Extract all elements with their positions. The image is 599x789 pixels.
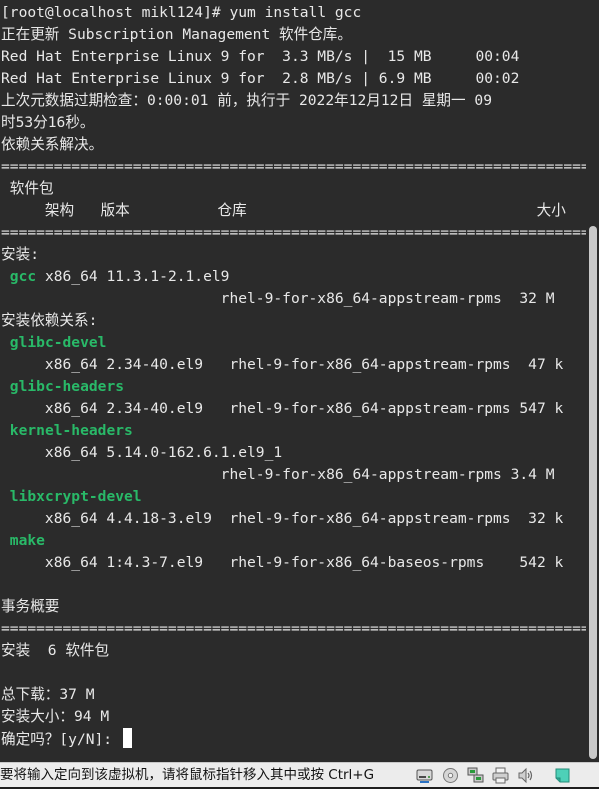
package-name: gcc [9,268,37,285]
summary-label: 事务概要 [1,598,60,615]
confirm-line[interactable]: 确定吗？[y/N]: [1,728,132,750]
separator: ========================================… [1,224,586,241]
hard-disk-icon[interactable] [416,767,433,784]
input-hint: 要将输入定向到该虚拟机，请将鼠标指针移入其中或按 Ctrl+G [0,767,375,783]
dependency-name: kernel-headers [9,422,133,439]
table-header-package: 软件包 [1,180,54,197]
table-header-columns: 架构 版本 仓库 大小 [1,202,566,219]
installing-label: 安装: [1,246,39,263]
metadata-check-line: 时53分16秒。 [1,114,95,131]
dependency-details: x86_64 2.34-40.el9 rhel-9-for-x86_64-app… [1,356,564,373]
separator: ========================================… [1,158,586,175]
terminal-scrollbar[interactable] [586,0,599,762]
repo-progress-line: Red Hat Enterprise Linux 9 for 3.3 MB/s … [1,48,520,65]
command-line: [root@localhost mikl124]# yum install gc… [1,2,361,24]
package-repo-line: rhel-9-for-x86_64-appstream-rpms 32 M [1,290,555,307]
dependency-name: glibc-headers [9,378,125,395]
sound-icon[interactable] [517,767,534,784]
dependency-name: glibc-devel [9,334,107,351]
package-row: gcc x86_64 11.3.1-2.1.el9 [1,266,230,288]
metadata-check-line: 上次元数据过期检查：0:00:01 前，执行于 2022年12月12日 星期一 … [1,92,492,109]
separator: ========================================… [1,620,586,637]
text-cursor [122,728,132,748]
dependencies-label: 安装依赖关系: [1,312,98,329]
message-icon[interactable] [554,767,571,784]
terminal-window[interactable]: [root@localhost mikl124]# yum install gc… [0,0,586,762]
confirm-prompt: 确定吗？[y/N]: [1,731,121,748]
installed-size: 安装大小：94 M [1,708,110,725]
dependency-details: x86_64 1:4.3-7.el9 rhel-9-for-x86_64-bas… [1,554,564,571]
total-download: 总下载：37 M [1,686,95,703]
dependency-details: x86_64 2.34-40.el9 rhel-9-for-x86_64-app… [1,400,564,417]
vm-status-bar: 要将输入定向到该虚拟机，请将鼠标指针移入其中或按 Ctrl+G [0,762,599,787]
resolving-message: 依赖关系解决。 [1,136,104,153]
cd-rom-icon[interactable] [442,767,459,784]
shell-prompt: [root@localhost mikl124]# [1,4,230,21]
repo-progress-line: Red Hat Enterprise Linux 9 for 2.8 MB/s … [1,70,520,87]
dependency-details: x86_64 4.4.18-3.el9 rhel-9-for-x86_64-ap… [1,510,564,527]
dependency-details: x86_64 5.14.0-162.6.1.el9_1 [1,444,283,461]
dependency-repo-line: rhel-9-for-x86_64-appstream-rpms 3.4 M [1,466,555,483]
printer-icon[interactable] [492,767,509,784]
install-count: 安装 6 软件包 [1,642,110,659]
package-details: x86_64 11.3.1-2.1.el9 [36,268,230,285]
update-message: 正在更新 Subscription Management 软件仓库。 [1,26,352,43]
network-adapter-icon[interactable] [467,767,484,784]
dependency-name: libxcrypt-devel [9,488,142,505]
dependency-name: make [9,532,45,549]
typed-command: yum install gcc [229,4,362,21]
scroll-thumb[interactable] [589,226,597,759]
